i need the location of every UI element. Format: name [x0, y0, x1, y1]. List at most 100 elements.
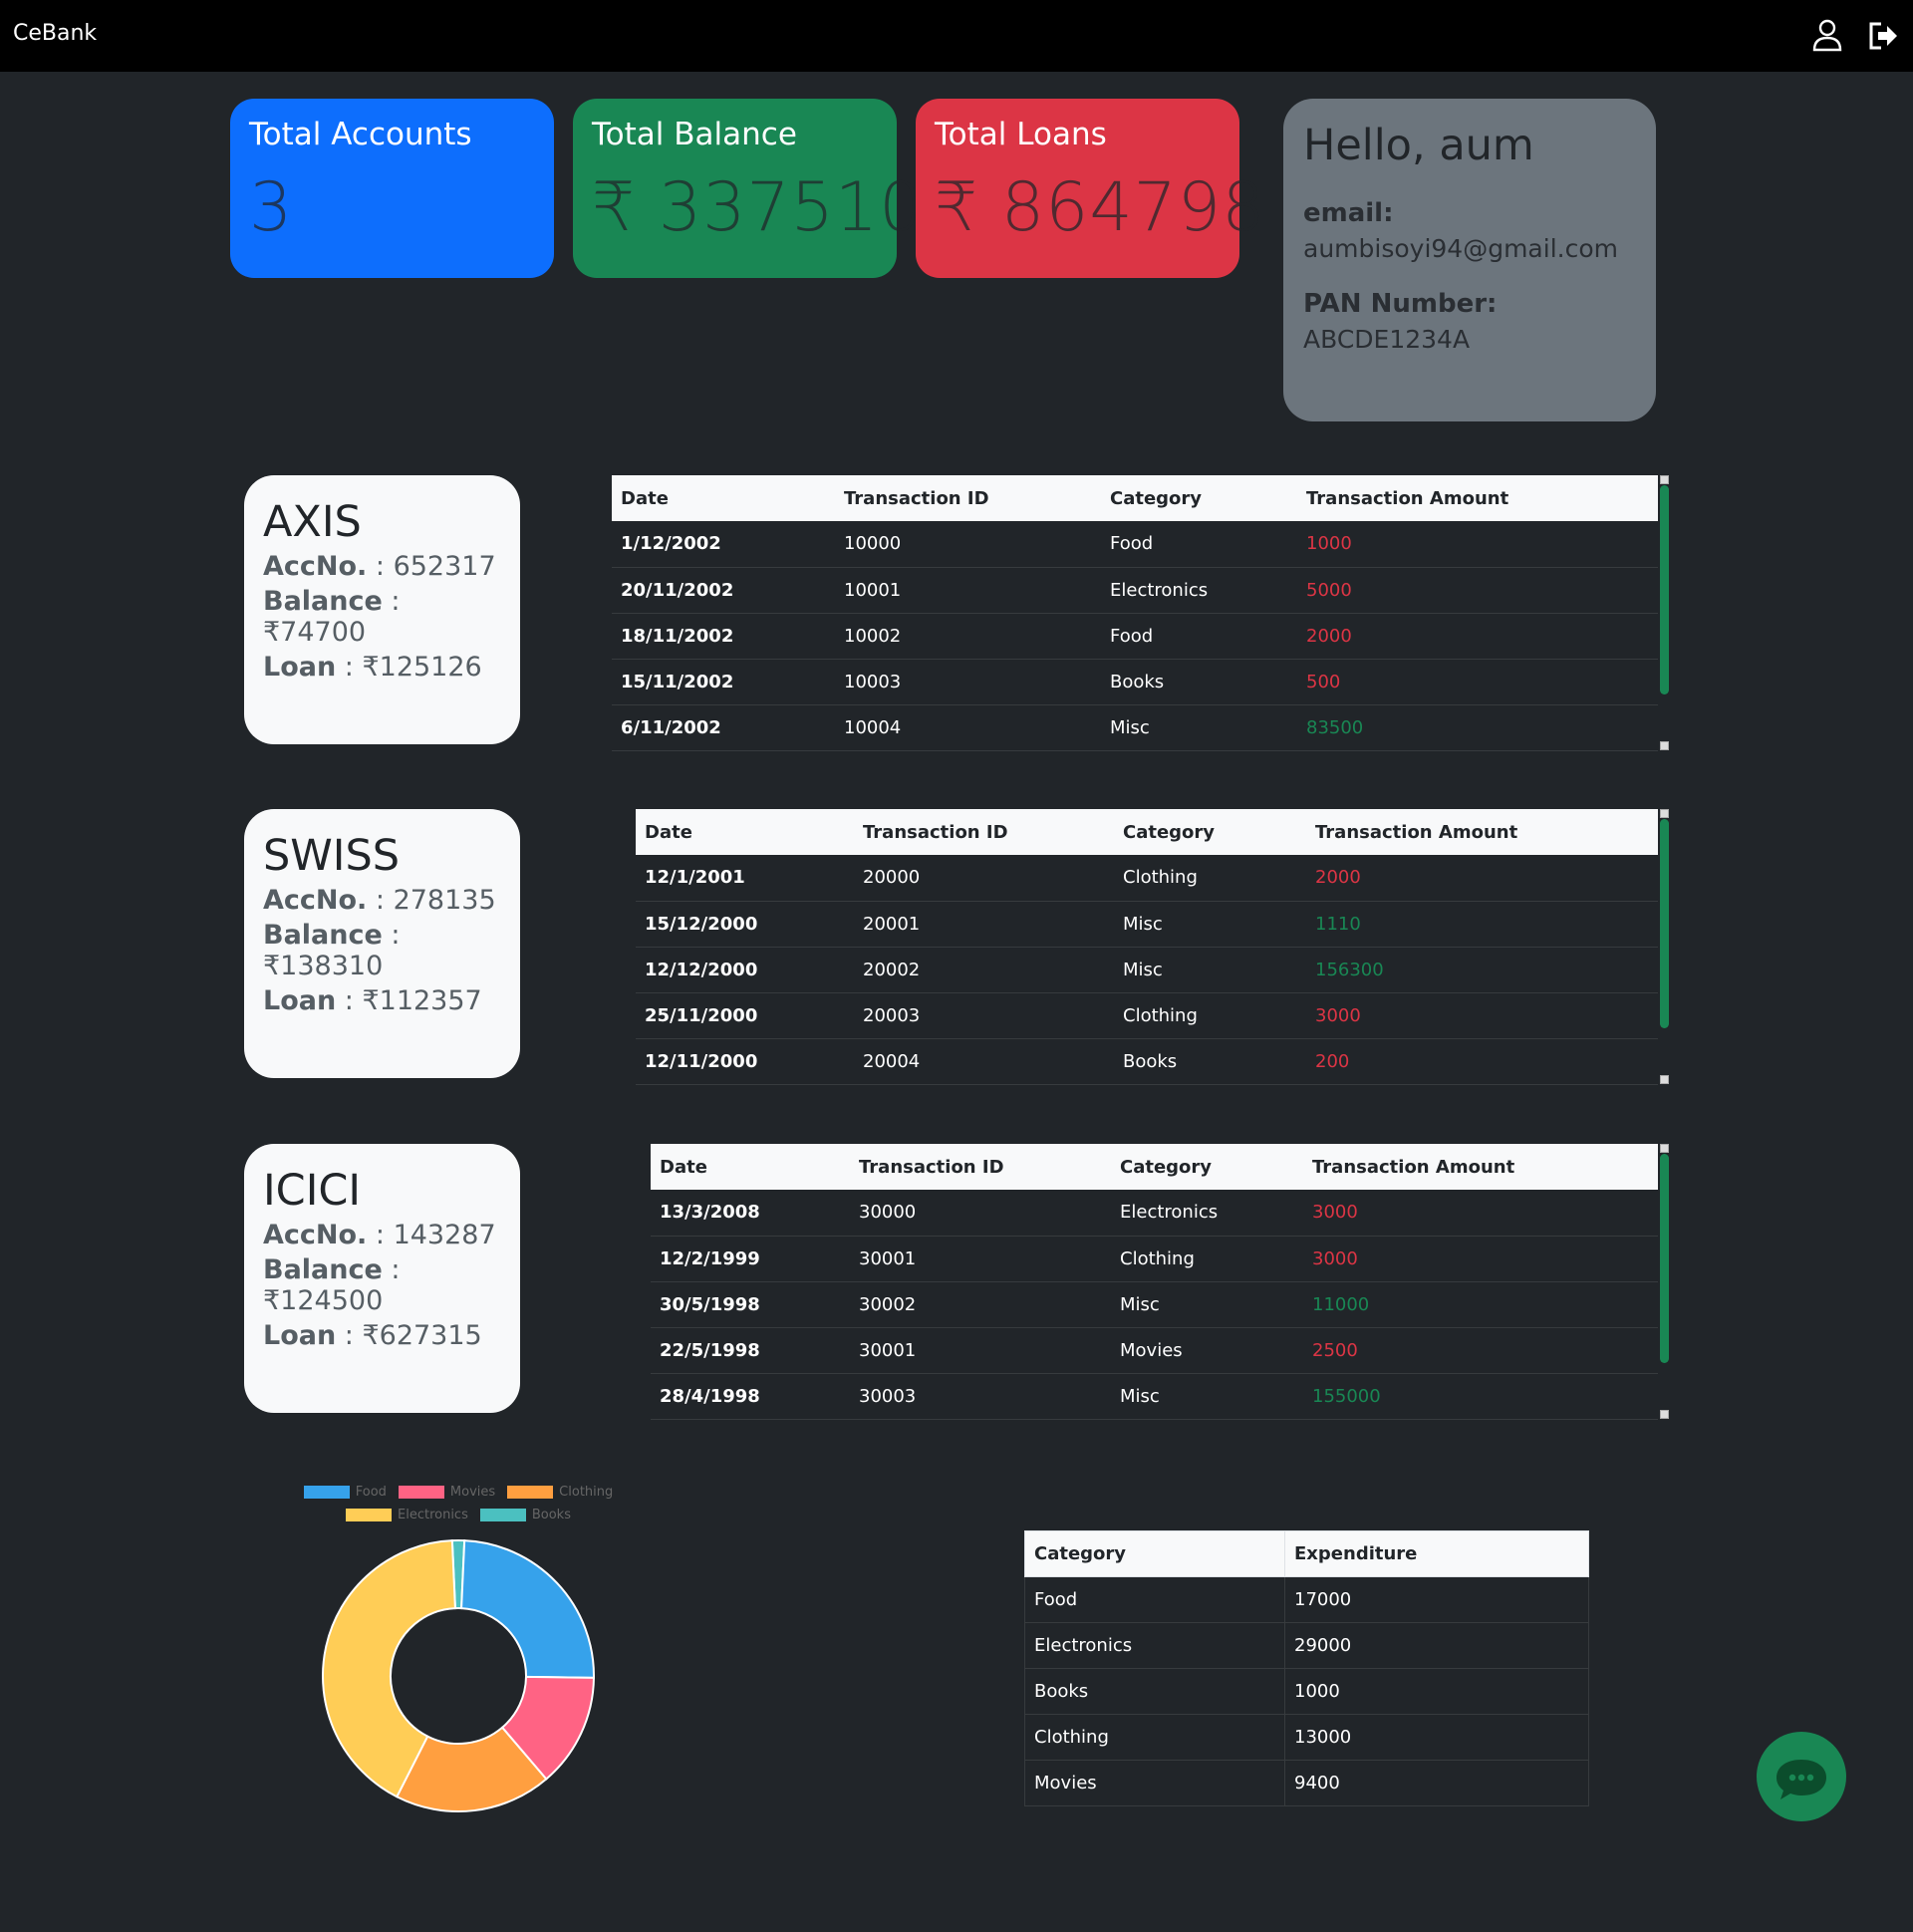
scroll-up-arrow[interactable]: [1660, 475, 1669, 484]
scrollbar-thumb[interactable]: [1660, 1154, 1669, 1363]
table-row[interactable]: 28/4/1998 30003 Misc 155000: [651, 1373, 1658, 1420]
balance-label: Balance: [263, 1254, 383, 1285]
tx-category: Misc: [1114, 947, 1306, 993]
email-label: email:: [1303, 198, 1394, 228]
table-row[interactable]: 30/5/1998 30002 Misc 11000: [651, 1281, 1658, 1328]
chat-button[interactable]: [1757, 1732, 1846, 1821]
legend-swatch: [398, 1486, 444, 1499]
tx-id: 20001: [854, 901, 1114, 948]
loan-value: : ₹112357: [336, 985, 482, 1016]
tx-amount: 500: [1297, 659, 1658, 705]
tx-category: Movies: [1111, 1327, 1303, 1374]
user-icon[interactable]: [1807, 16, 1847, 56]
transactions-table-container[interactable]: Date Transaction ID Category Transaction Am…: [612, 475, 1669, 751]
navbar: CeBank: [0, 0, 1913, 72]
column-header: Transaction Amount: [1306, 809, 1658, 855]
total-loans-label: Total Loans: [935, 117, 1107, 152]
table-header-row: Category Expenditure: [1024, 1530, 1589, 1577]
table-row[interactable]: 12/11/2000 20004 Books 200: [636, 1038, 1658, 1085]
account-number-label: AccNo.: [263, 1220, 368, 1250]
account-balance: Balance : ₹138310: [263, 920, 501, 981]
tx-amount: 5000: [1297, 567, 1658, 614]
tx-amount: 2000: [1297, 613, 1658, 660]
legend-item[interactable]: Electronics: [346, 1508, 468, 1522]
total-accounts-value: 3: [249, 168, 294, 247]
bank-name: ICICI: [263, 1166, 362, 1216]
scrollbar[interactable]: [1659, 1144, 1669, 1419]
brand-logo[interactable]: CeBank: [13, 21, 97, 46]
expenditure-category: Movies: [1024, 1760, 1285, 1806]
bank-card-icici[interactable]: ICICI AccNo. : 143287 Balance : ₹124500 Loa…: [244, 1144, 520, 1413]
table-row[interactable]: 20/11/2002 10001 Electronics 5000: [612, 567, 1658, 614]
table-row[interactable]: 6/11/2002 10004 Misc 83500: [612, 704, 1658, 751]
scrollbar-thumb[interactable]: [1660, 485, 1669, 694]
table-row[interactable]: Electronics 29000: [1024, 1622, 1589, 1669]
scrollbar[interactable]: [1659, 475, 1669, 750]
scroll-down-arrow[interactable]: [1660, 741, 1669, 750]
table-row[interactable]: Clothing 13000: [1024, 1714, 1589, 1761]
chat-icon: [1776, 1760, 1826, 1799]
scroll-up-arrow[interactable]: [1660, 809, 1669, 818]
expenditure-category: Books: [1024, 1668, 1285, 1715]
column-header: Date: [612, 475, 835, 521]
tx-amount: 200: [1306, 1038, 1658, 1085]
table-header-row: Date Transaction ID Category Transaction Am…: [651, 1144, 1658, 1190]
column-header: Transaction Amount: [1303, 1144, 1658, 1190]
table-row[interactable]: 15/11/2002 10003 Books 500: [612, 659, 1658, 705]
table-row[interactable]: 13/3/2008 30000 Electronics 3000: [651, 1190, 1658, 1237]
table-row[interactable]: 18/11/2002 10002 Food 2000: [612, 613, 1658, 660]
legend-item[interactable]: Books: [479, 1508, 571, 1522]
scroll-up-arrow[interactable]: [1660, 1144, 1669, 1153]
legend-item[interactable]: Food: [303, 1485, 387, 1500]
scroll-down-arrow[interactable]: [1660, 1075, 1669, 1084]
table-row[interactable]: 12/1/2001 20000 Clothing 2000: [636, 855, 1658, 902]
tx-category: Clothing: [1114, 855, 1306, 902]
transactions-table-container[interactable]: Date Transaction ID Category Transaction Am…: [636, 809, 1669, 1085]
tx-category: Food: [1101, 613, 1297, 660]
transactions-table-container[interactable]: Date Transaction ID Category Transaction Am…: [651, 1144, 1669, 1420]
tx-id: 30003: [850, 1373, 1111, 1420]
expenditure-value: 9400: [1284, 1760, 1589, 1806]
table-row[interactable]: 25/11/2000 20003 Clothing 3000: [636, 992, 1658, 1039]
scrollbar-thumb[interactable]: [1660, 819, 1669, 1028]
tx-date: 30/5/1998: [651, 1281, 850, 1328]
logout-icon[interactable]: [1863, 16, 1903, 56]
legend-label: Movies: [449, 1485, 496, 1500]
column-header: Category: [1114, 809, 1306, 855]
tx-category: Books: [1114, 1038, 1306, 1085]
legend-item[interactable]: Clothing: [507, 1485, 613, 1500]
bank-card-swiss[interactable]: SWISS AccNo. : 278135 Balance : ₹138310 Loa…: [244, 809, 520, 1078]
legend-swatch: [507, 1486, 554, 1499]
pan-value: ABCDE1234A: [1303, 325, 1471, 354]
total-balance-value: ₹ 337510: [592, 168, 924, 247]
scroll-down-arrow[interactable]: [1660, 1410, 1669, 1419]
table-row[interactable]: 1/12/2002 10000 Food 1000: [612, 521, 1658, 568]
legend-item[interactable]: Movies: [398, 1485, 496, 1500]
chart-legend: Food Movies Clothing Electronics Books: [299, 1485, 618, 1530]
bank-card-axis[interactable]: AXIS AccNo. : 652317 Balance : ₹74700 Loan …: [244, 475, 520, 744]
tx-category: Electronics: [1111, 1190, 1303, 1237]
expenditure-table: Category Expenditure Food 17000 Electronic…: [1024, 1530, 1589, 1806]
table-row[interactable]: 12/12/2000 20002 Misc 156300: [636, 947, 1658, 993]
table-row[interactable]: Food 17000: [1024, 1576, 1589, 1623]
tx-amount: 2000: [1306, 855, 1658, 902]
table-row[interactable]: 12/2/1999 30001 Clothing 3000: [651, 1236, 1658, 1282]
loan-label: Loan: [263, 1320, 337, 1351]
balance-label: Balance: [263, 586, 383, 617]
tx-amount: 1000: [1297, 521, 1658, 568]
table-row[interactable]: 22/5/1998 30001 Movies 2500: [651, 1327, 1658, 1374]
table-row[interactable]: Books 1000: [1024, 1668, 1589, 1715]
table-row[interactable]: Movies 9400: [1024, 1760, 1589, 1806]
donut-slice-food[interactable]: [460, 1539, 595, 1679]
expenditure-donut-chart[interactable]: [317, 1534, 600, 1817]
table-row[interactable]: 15/12/2000 20001 Misc 1110: [636, 901, 1658, 948]
tx-amount: 3000: [1306, 992, 1658, 1039]
table-header-row: Date Transaction ID Category Transaction Am…: [636, 809, 1658, 855]
account-number: AccNo. : 143287: [263, 1220, 501, 1250]
expenditure-value: 17000: [1284, 1576, 1589, 1623]
expenditure-value: 29000: [1284, 1622, 1589, 1669]
column-header: Transaction ID: [835, 475, 1101, 521]
legend-swatch: [479, 1509, 526, 1521]
account-loan: Loan : ₹125126: [263, 652, 501, 683]
scrollbar[interactable]: [1659, 809, 1669, 1084]
